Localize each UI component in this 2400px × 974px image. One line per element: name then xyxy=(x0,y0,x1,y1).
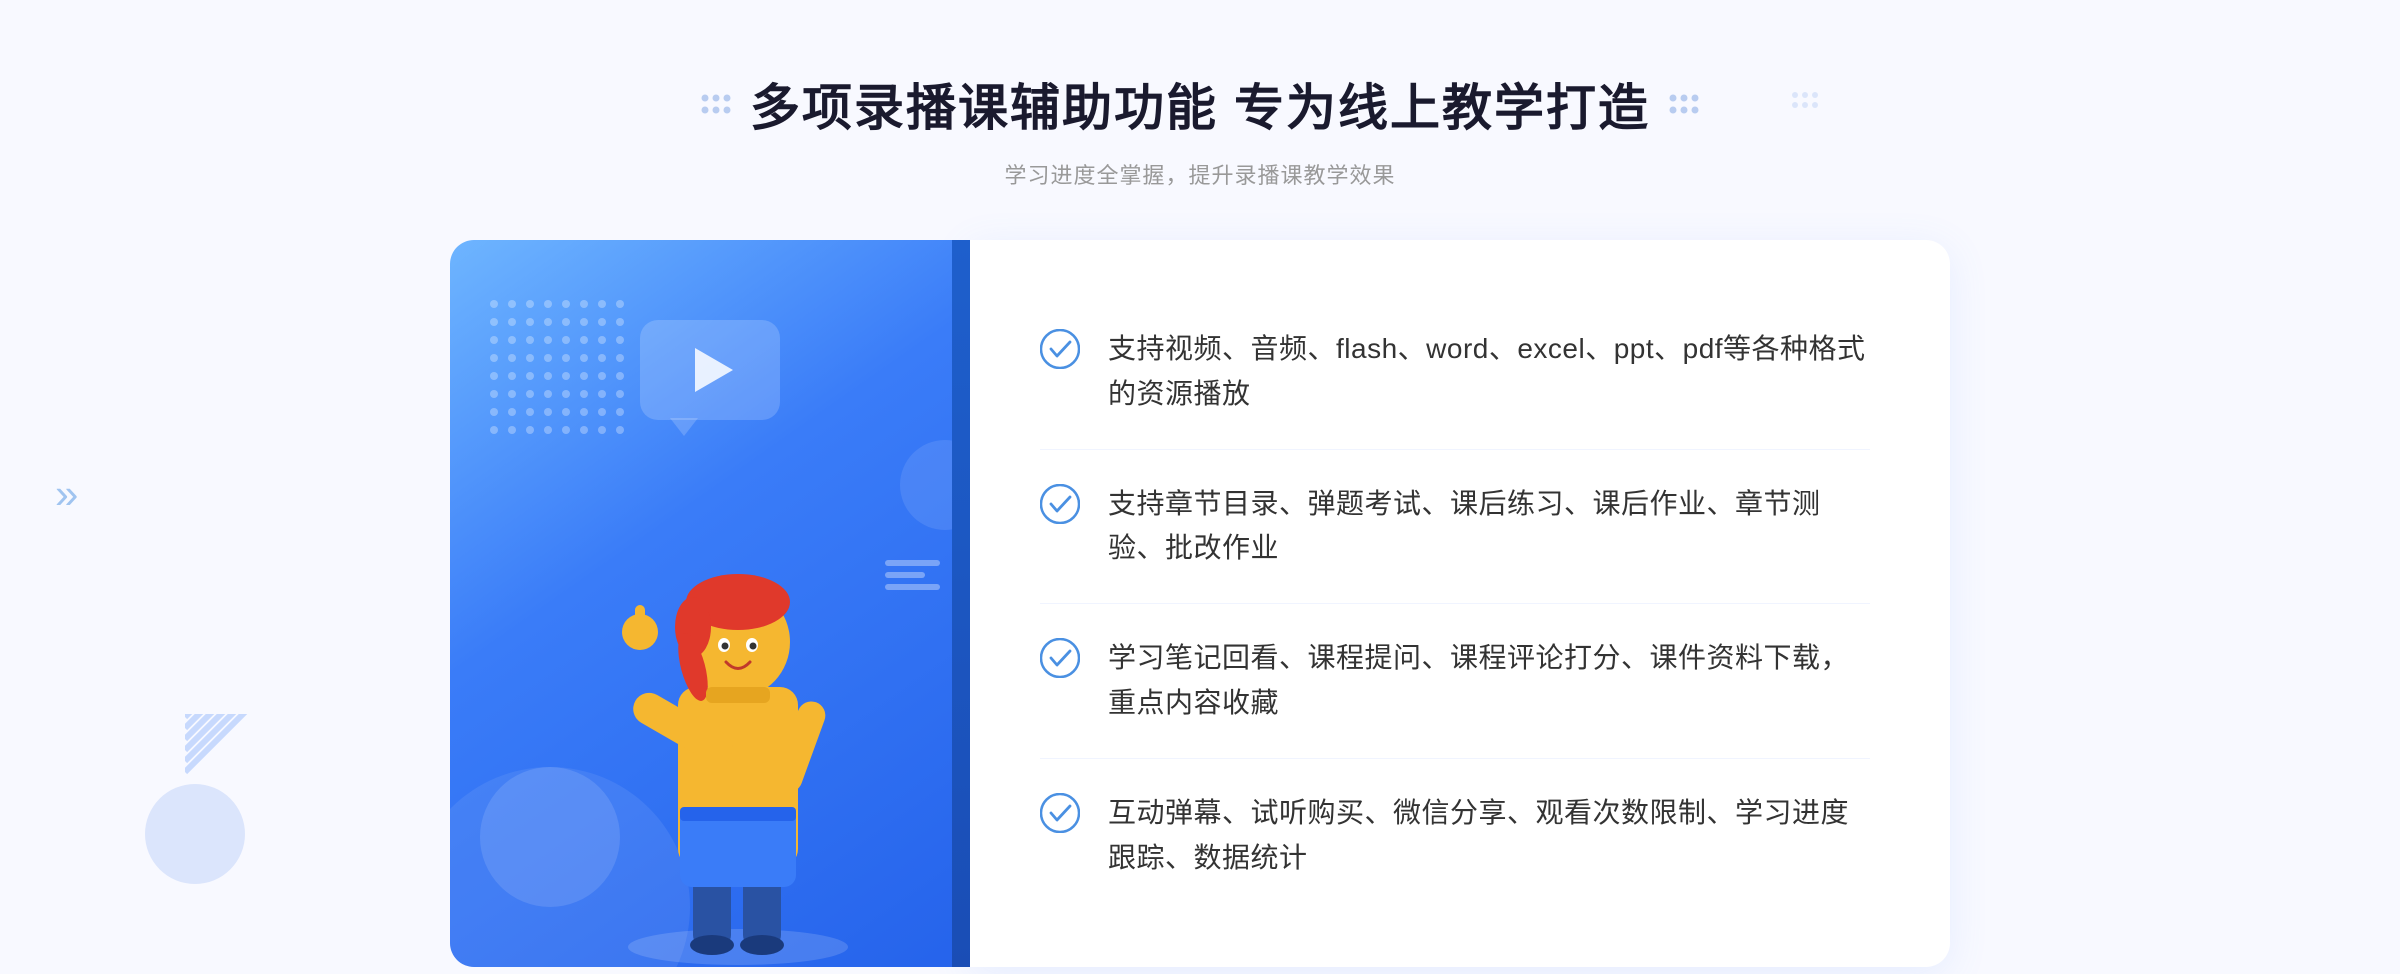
check-icon-2 xyxy=(1040,484,1080,524)
feature-text-4: 互动弹幕、试听购买、微信分享、观看次数限制、学习进度跟踪、数据统计 xyxy=(1108,791,1870,881)
check-icon-4 xyxy=(1040,793,1080,833)
illustration-panel xyxy=(450,240,970,967)
feature-text-3: 学习笔记回看、课程提问、课程评论打分、课件资料下载，重点内容收藏 xyxy=(1108,636,1870,726)
check-icon-3 xyxy=(1040,638,1080,678)
dots-icon-right xyxy=(1668,93,1700,115)
title-row: 多项录播课辅助功能 专为线上教学打造 xyxy=(700,68,1700,140)
features-panel: 支持视频、音频、flash、word、excel、ppt、pdf等各种格式的资源… xyxy=(970,240,1950,967)
illus-dots xyxy=(490,300,626,436)
feature-text-1: 支持视频、音频、flash、word、excel、ppt、pdf等各种格式的资源… xyxy=(1108,327,1870,417)
play-bubble xyxy=(640,320,780,430)
decorative-dots-right xyxy=(1790,90,1820,120)
dots-icon-left xyxy=(700,93,732,115)
check-icon-1 xyxy=(1040,329,1080,369)
play-triangle-icon xyxy=(695,348,733,392)
person-figure xyxy=(598,467,878,967)
feature-text-2: 支持章节目录、弹题考试、课后练习、课后作业、章节测验、批改作业 xyxy=(1108,482,1870,572)
feature-item-4: 互动弹幕、试听购买、微信分享、观看次数限制、学习进度跟踪、数据统计 xyxy=(1040,759,1870,913)
feature-item-1: 支持视频、音频、flash、word、excel、ppt、pdf等各种格式的资源… xyxy=(1040,295,1870,450)
feature-item-3: 学习笔记回看、课程提问、课程评论打分、课件资料下载，重点内容收藏 xyxy=(1040,604,1870,759)
header-section: 多项录播课辅助功能 专为线上教学打造 学习进度全掌握，提升录播课教学效果 xyxy=(700,0,1700,190)
illus-bars xyxy=(885,560,940,590)
page-container: » 多项录播课辅助功能 专为线上教学打造 xyxy=(0,0,2400,974)
deco-stripes xyxy=(185,714,265,814)
main-title: 多项录播课辅助功能 专为线上教学打造 xyxy=(750,68,1650,140)
feature-item-2: 支持章节目录、弹题考试、课后练习、课后作业、章节测验、批改作业 xyxy=(1040,450,1870,605)
content-area: 支持视频、音频、flash、word、excel、ppt、pdf等各种格式的资源… xyxy=(450,240,1950,967)
blue-accent-bar xyxy=(952,240,970,967)
chevron-left-icon: » xyxy=(55,470,78,518)
subtitle: 学习进度全掌握，提升录播课教学效果 xyxy=(700,158,1700,190)
